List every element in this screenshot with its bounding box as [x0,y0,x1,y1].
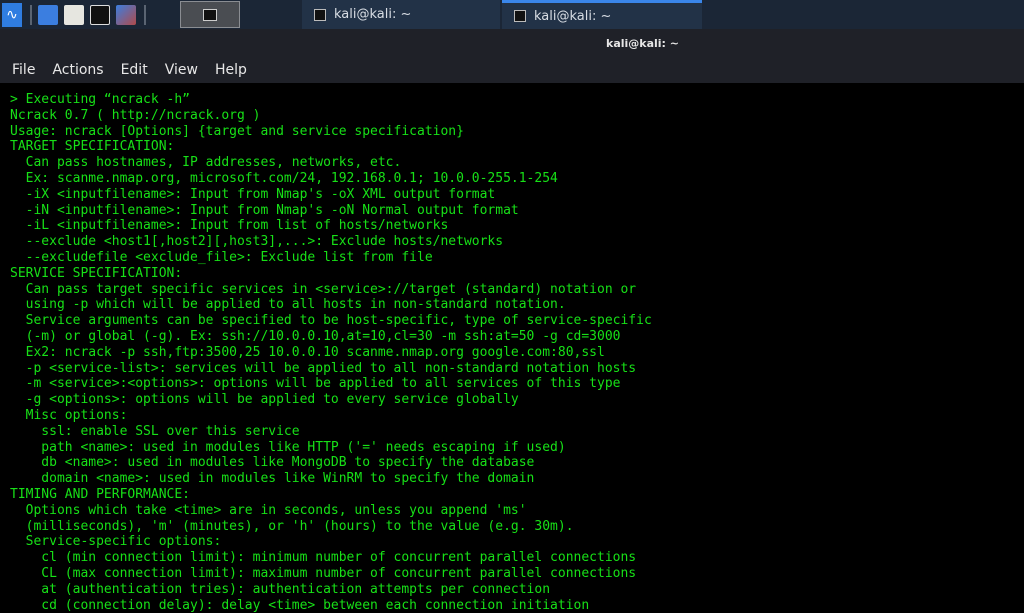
terminal-line: SERVICE SPECIFICATION: [10,266,1024,282]
terminal-line: db <name>: used in modules like MongoDB … [10,455,1024,471]
terminal-icon[interactable] [90,5,110,25]
menu-bar: File Actions Edit View Help [0,57,1024,83]
menu-view[interactable]: View [165,62,198,78]
task-label: kali@kali: ~ [534,9,611,24]
terminal-line: ssl: enable SSL over this service [10,424,1024,440]
file-manager-icon[interactable] [64,5,84,25]
menu-help[interactable]: Help [215,62,247,78]
terminal-line: Ex: scanme.nmap.org, microsoft.com/24, 1… [10,171,1024,187]
menu-actions[interactable]: Actions [52,62,103,78]
terminal-line: -iN <inputfilename>: Input from Nmap's -… [10,203,1024,219]
terminal-line: -p <service-list>: services will be appl… [10,361,1024,377]
task-label: kali@kali: ~ [334,7,411,22]
terminal-line: > Executing “ncrack -h” [10,92,1024,108]
terminal-line: -g <options>: options will be applied to… [10,392,1024,408]
menu-file[interactable]: File [12,62,35,78]
terminal-line: (milliseconds), 'm' (minutes), or 'h' (h… [10,519,1024,535]
terminal-line: Service-specific options: [10,534,1024,550]
terminal-line: Ex2: ncrack -p ssh,ftp:3500,25 10.0.0.10… [10,345,1024,361]
terminal-line: -m <service>:<options>: options will be … [10,376,1024,392]
menu-edit[interactable]: Edit [121,62,148,78]
terminal-line: -iL <inputfilename>: Input from list of … [10,218,1024,234]
terminal-line: Misc options: [10,408,1024,424]
terminal-line: path <name>: used in modules like HTTP (… [10,440,1024,456]
separator [30,5,32,25]
terminal-icon [314,9,326,21]
terminal-line: cl (min connection limit): minimum numbe… [10,550,1024,566]
terminal-line: --excludefile <exclude_file>: Exclude li… [10,250,1024,266]
workspace-button[interactable] [180,1,240,28]
terminal-line: Can pass target specific services in <se… [10,282,1024,298]
separator [144,5,146,25]
terminal-line: Options which take <time> are in seconds… [10,503,1024,519]
terminal-output[interactable]: > Executing “ncrack -h”Ncrack 0.7 ( http… [0,84,1024,611]
terminal-line: Usage: ncrack [Options] {target and serv… [10,124,1024,140]
terminal-line: Ncrack 0.7 ( http://ncrack.org ) [10,108,1024,124]
terminal-line: -iX <inputfilename>: Input from Nmap's -… [10,187,1024,203]
terminal-line: at (authentication tries): authenticatio… [10,582,1024,598]
terminal-icon [203,9,217,21]
terminal-line: CL (max connection limit): maximum numbe… [10,566,1024,582]
browser-icon[interactable] [116,5,136,25]
terminal-line: --exclude <host1[,host2][,host3],...>: E… [10,234,1024,250]
task-terminal-1[interactable]: kali@kali: ~ [302,0,500,29]
window-title: kali@kali: ~ [606,37,679,50]
terminal-line: domain <name>: used in modules like WinR… [10,471,1024,487]
terminal-line: Service arguments can be specified to be… [10,313,1024,329]
terminal-line: using -p which will be applied to all ho… [10,297,1024,313]
task-terminal-2[interactable]: kali@kali: ~ [502,0,702,29]
terminal-icon [514,10,526,22]
terminal-line: (-m) or global (-g). Ex: ssh://10.0.0.10… [10,329,1024,345]
terminal-line: TARGET SPECIFICATION: [10,139,1024,155]
kali-menu-icon[interactable]: ∿ [2,3,22,27]
desktop-icon[interactable] [38,5,58,25]
window-titlebar[interactable]: kali@kali: ~ [0,29,1024,57]
terminal-line: TIMING AND PERFORMANCE: [10,487,1024,503]
terminal-line: Can pass hostnames, IP addresses, networ… [10,155,1024,171]
